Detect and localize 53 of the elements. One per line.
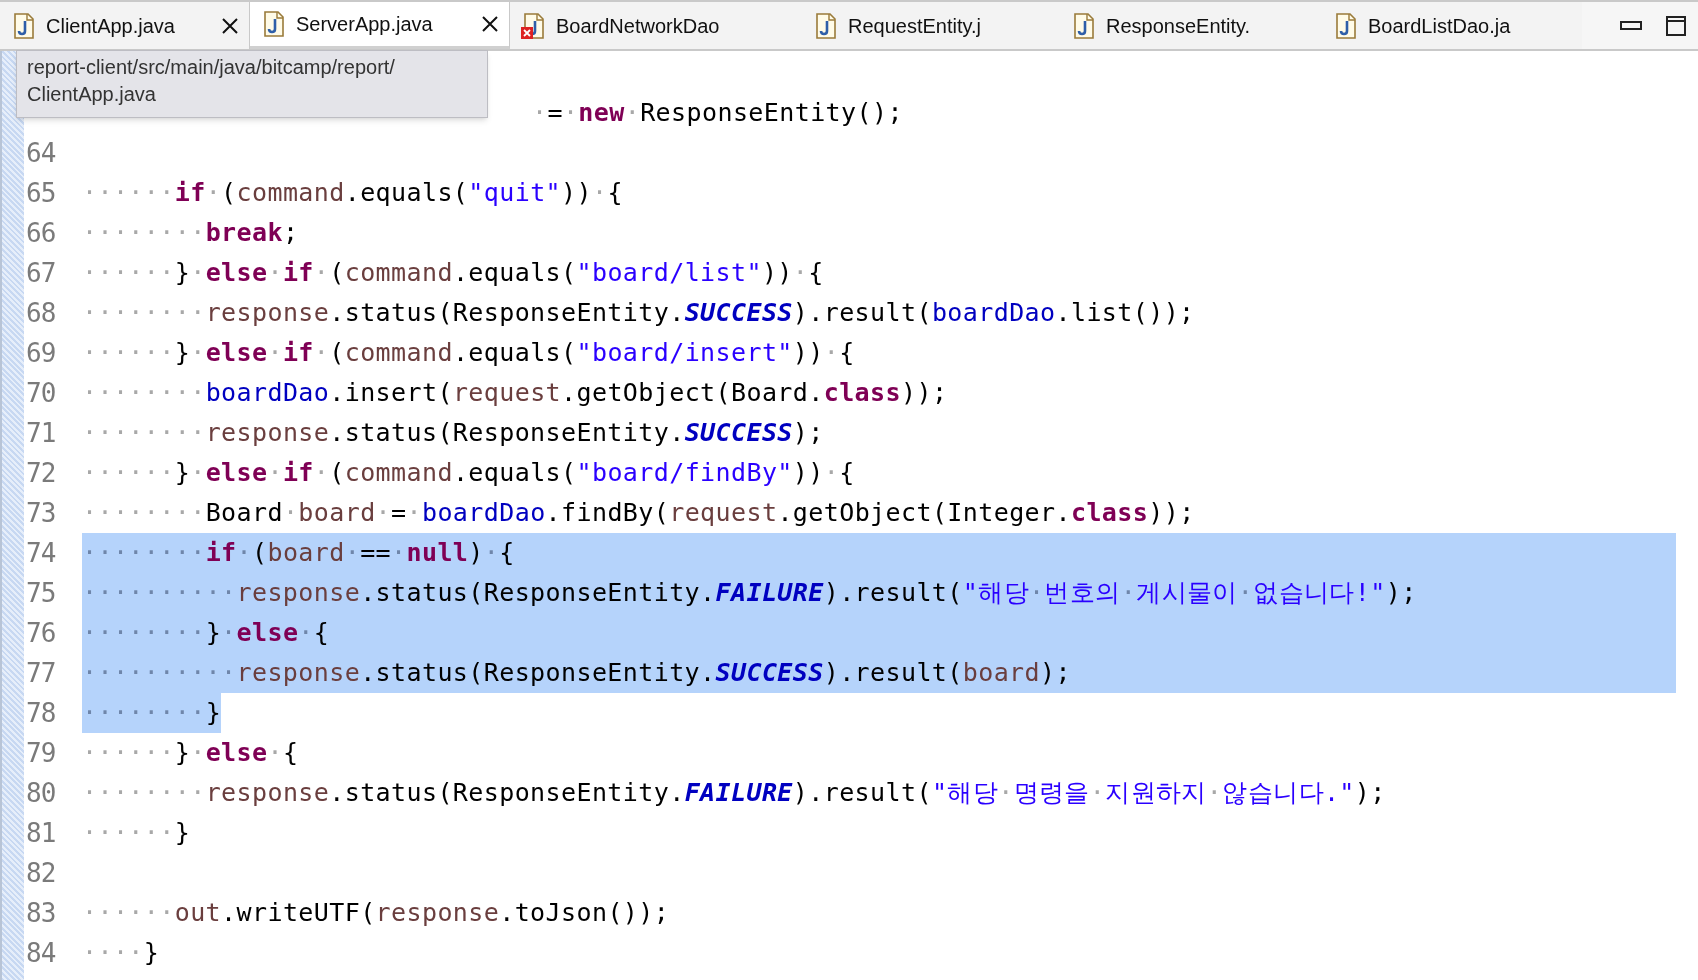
code-line: ····} [82,937,160,969]
editor-tab[interactable]: ServerApp.java [250,2,510,49]
line-number: 68 [26,296,57,330]
line-number: 65 [26,176,57,210]
line-number: 79 [26,736,57,770]
code-line: ········break; [82,217,299,249]
tooltip: report-client/src/main/java/bitcamp/report/ ClientApp.java [16,50,488,118]
line-number: 70 [26,376,57,410]
code-line: ······}·else·{ [82,737,299,769]
minimize-icon[interactable] [1620,20,1642,31]
line-number: 66 [26,216,57,250]
close-icon[interactable] [221,16,239,35]
code-line: ·=·new·ResponseEntity(); [532,97,903,129]
line-number: 72 [26,456,57,490]
line-number: 80 [26,776,57,810]
line-number: 74 [26,536,57,570]
code-line: ········response.status(ResponseEntity.FAILURE).result("해당·명령을·지원하지·않습니다."); [82,777,1386,809]
java-file-icon [1336,11,1358,40]
line-number: 67 [26,256,57,290]
line-number: 64 [26,136,57,170]
line-number: 69 [26,336,57,370]
tab-label: BoardListDao.ja [1368,13,1511,39]
line-number: 77 [26,656,57,690]
maximize-icon[interactable] [1666,15,1686,36]
tab-label: BoardNetworkDao [556,13,720,39]
code-line: ······}·else·if·(command.equals("board/insert"))·{ [82,337,855,369]
java-file-icon [816,11,838,40]
java-file-icon [1074,11,1096,40]
code-line: ······} [82,817,191,849]
line-number: 83 [26,896,57,930]
code-line: ········boardDao.insert(request.getObject(Board.class)); [82,377,948,409]
line-number: 81 [26,816,57,850]
line-number: 75 [26,576,57,610]
code-line: ······out.writeUTF(response.toJson()); [82,897,670,929]
close-icon[interactable] [481,15,499,33]
line-number: 76 [26,616,57,650]
tab-label: ClientApp.java [46,13,175,39]
code-line: ········response.status(ResponseEntity.SUCCESS).result(boardDao.list()); [82,297,1195,329]
tab-label: ResponseEntity. [1106,13,1251,39]
code-line: ······}·else·if·(command.equals("board/findBy"))·{ [82,457,855,489]
code-line: ········Board·board·=·boardDao.findBy(request.getObject(Integer.class)); [82,497,1195,529]
java-file-icon [264,10,286,38]
line-number: 78 [26,696,57,730]
code-line: ········response.status(ResponseEntity.SUCCESS); [82,417,824,449]
line-number: 84 [26,936,57,970]
code-line: ······}·else·if·(command.equals("board/list"))·{ [82,257,824,289]
line-number: 82 [26,856,57,890]
code-line: ······if·(command.equals("quit"))·{ [82,177,623,209]
java-file-icon [14,11,36,40]
tab-label: ServerApp.java [296,12,433,37]
line-number: 71 [26,416,57,450]
tab-label: RequestEntity.j [848,13,982,39]
line-number: 73 [26,496,57,530]
